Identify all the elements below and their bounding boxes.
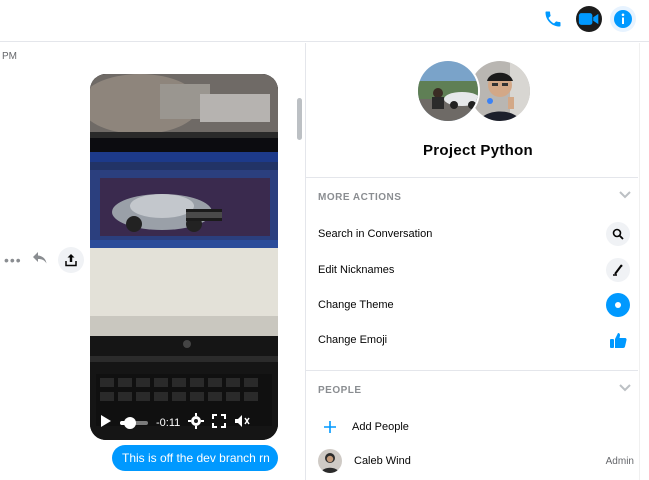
play-button[interactable] <box>100 414 112 433</box>
action-label: Edit Nicknames <box>318 264 395 276</box>
conversation-details-panel: Project Python MORE ACTIONS Search in Co… <box>305 43 649 480</box>
more-options-icon[interactable]: ••• <box>4 252 22 268</box>
video-settings-button[interactable] <box>188 412 205 434</box>
video-progress-knob[interactable] <box>123 417 136 429</box>
avatar <box>318 449 342 473</box>
action-label: Change Emoji <box>318 334 388 346</box>
people-title: PEOPLE <box>318 385 362 396</box>
change-emoji-action[interactable]: Change Emoji <box>318 327 630 353</box>
chevron-down-icon[interactable] <box>618 190 632 203</box>
theme-icon <box>606 293 630 317</box>
member-role: Admin <box>605 455 634 467</box>
video-time-remaining: -0:11 <box>156 417 181 429</box>
action-label: Search in Conversation <box>318 228 433 240</box>
group-avatar <box>416 59 532 125</box>
people-header[interactable]: PEOPLE <box>318 383 634 396</box>
fullscreen-icon <box>212 413 227 428</box>
add-people-button[interactable]: Add People <box>318 413 634 441</box>
info-icon <box>614 10 632 28</box>
divider <box>306 370 638 371</box>
more-actions-header[interactable]: MORE ACTIONS <box>318 190 634 203</box>
divider <box>306 177 638 178</box>
change-theme-action[interactable]: Change Theme <box>318 292 630 318</box>
member-name: Caleb Wind <box>354 455 411 467</box>
search-icon <box>606 222 630 246</box>
conversation-name: Project Python <box>422 142 534 159</box>
thumbs-up-icon <box>606 328 630 352</box>
phone-icon <box>545 11 561 27</box>
speaker-icon <box>235 414 250 427</box>
video-controls: -0:11 <box>90 406 278 440</box>
more-actions-title: MORE ACTIONS <box>318 192 402 203</box>
action-label: Change Theme <box>318 299 394 311</box>
share-icon <box>64 254 77 267</box>
share-button[interactable] <box>57 247 84 273</box>
plus-icon <box>318 420 342 434</box>
member-photo <box>416 59 480 123</box>
message-thread[interactable]: PM ••• -0:11 This is off the dev branch … <box>0 43 305 480</box>
video-progress-bar[interactable] <box>120 417 148 429</box>
chevron-down-icon[interactable] <box>618 383 632 396</box>
message-timestamp: PM <box>2 51 17 62</box>
play-icon <box>101 414 111 427</box>
panel-scrollbar-track[interactable] <box>639 43 649 480</box>
reply-icon[interactable] <box>32 251 48 270</box>
outgoing-message-bubble[interactable]: This is off the dev branch rn <box>112 445 278 471</box>
search-in-conversation-action[interactable]: Search in Conversation <box>318 221 630 247</box>
video-attachment[interactable]: -0:11 <box>90 74 278 440</box>
member-row[interactable]: Caleb Wind Admin <box>318 447 634 475</box>
edit-nicknames-action[interactable]: Edit Nicknames <box>318 257 630 283</box>
add-people-label: Add People <box>352 421 409 433</box>
video-camera-icon <box>578 13 599 25</box>
gear-icon <box>188 412 205 429</box>
conversation-header <box>0 0 649 42</box>
video-call-button[interactable] <box>576 6 602 32</box>
pencil-icon <box>606 258 630 282</box>
video-frame <box>90 74 278 440</box>
message-actions: ••• <box>4 247 84 273</box>
phone-call-button[interactable] <box>540 6 566 32</box>
conversation-info-button[interactable] <box>610 6 636 32</box>
fullscreen-button[interactable] <box>212 413 227 433</box>
volume-button[interactable] <box>234 414 250 433</box>
thread-scrollbar[interactable] <box>297 98 302 140</box>
